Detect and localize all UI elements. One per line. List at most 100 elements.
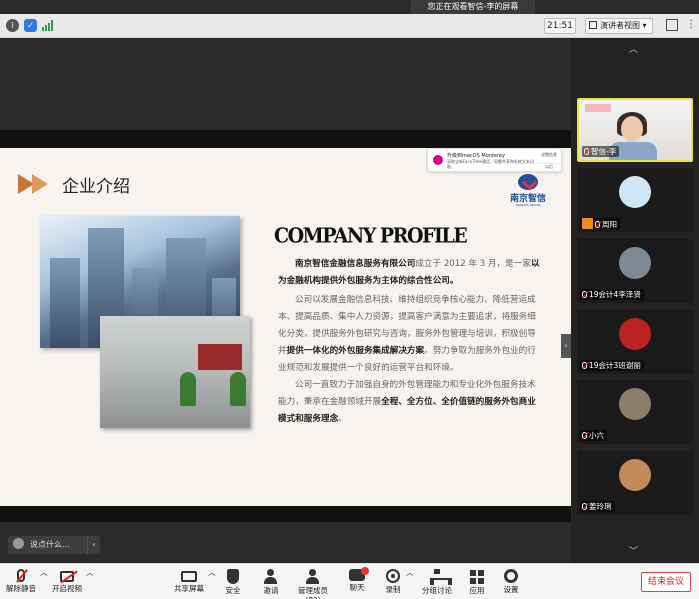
video-tile[interactable]: 19会计4李泽贤: [577, 239, 693, 303]
share-screen-button[interactable]: 共享屏幕: [172, 567, 206, 599]
paragraph-bold: 南京智信金融信息服务有限公司: [295, 259, 416, 269]
company-logo: 南京智信 NANJING ZHIXIN: [506, 174, 550, 208]
members-icon: [305, 569, 321, 584]
slide-title: 企业介绍: [62, 177, 130, 197]
participant-panel: ︿ 智信-李 周阳 19会计4李泽贤 19会计3班谢丽 小六 姜玲琍 ﹀: [571, 38, 699, 563]
meeting-timer: 21:51: [544, 18, 576, 34]
breakout-button[interactable]: 分组讨论: [420, 567, 454, 599]
invite-icon: [263, 569, 279, 584]
settings-label: 设置: [503, 585, 519, 594]
profile-paragraph-3: 公司一直致力于加强自身的外包管理能力和专业化外包服务技术能力，秉承在金融领域开展…: [278, 377, 540, 428]
chat-label: 聊天: [349, 583, 365, 592]
mic-muted-icon: [582, 503, 587, 510]
participant-name: 周阳: [602, 220, 617, 229]
participant-label: 智信-李: [582, 146, 620, 157]
macos-icon: [433, 155, 443, 165]
video-tile[interactable]: 智信-李: [577, 98, 693, 162]
plant: [230, 372, 246, 406]
video-tile[interactable]: 姜玲琍: [577, 451, 693, 515]
invite-label: 邀请: [263, 586, 279, 595]
mic-muted-icon: [595, 221, 600, 228]
chat-input[interactable]: 说点什么... ‹: [8, 536, 100, 554]
apps-icon: [469, 569, 485, 584]
gear-icon: [504, 569, 518, 583]
macos-notification[interactable]: 升级到macOS Monterey 获取全新FaceTime通话、同播共享和系统…: [427, 148, 562, 172]
notification-badge: [361, 567, 369, 575]
logo-subtitle: NANJING ZHIXIN: [515, 203, 541, 207]
presentation-slide: 企业介绍 升级到macOS Monterey 获取全新FaceTime通话、同播…: [0, 148, 571, 506]
panel-toggle-icon[interactable]: ›: [561, 334, 571, 358]
chevron-right-icon: [32, 174, 48, 194]
fullscreen-icon[interactable]: [666, 19, 678, 31]
screen-share-banner: 您正在观看智信-李的屏幕: [411, 0, 535, 14]
slide-top-border: [0, 130, 571, 148]
avatar: [619, 459, 651, 491]
apps-button[interactable]: 应用: [464, 567, 490, 599]
video-tile[interactable]: 小六: [577, 380, 693, 444]
signal-icon[interactable]: [42, 20, 54, 31]
chevron-up-icon[interactable]: ︿: [86, 567, 94, 599]
office-photo: [100, 316, 250, 428]
company-profile-heading: COMPANY PROFILE: [274, 224, 468, 249]
share-screen-label: 共享屏幕: [174, 584, 204, 593]
manage-members-button[interactable]: 管理成员(82): [292, 567, 334, 599]
share-screen-icon: [181, 571, 197, 582]
participant-label: 19会计4李泽贤: [580, 289, 644, 300]
chevron-up-icon[interactable]: ︿: [208, 567, 216, 599]
mic-muted-icon: [582, 432, 587, 439]
avatar: [619, 388, 651, 420]
avatar: [619, 247, 651, 279]
start-video-button[interactable]: 开启视频: [50, 567, 84, 599]
participant-label: 姜玲琍: [580, 501, 615, 512]
mic-muted-icon: [582, 362, 587, 369]
record-label: 录制: [385, 585, 401, 594]
view-mode-label: 演讲者视图: [600, 21, 640, 30]
manage-members-label: 管理成员(82): [298, 586, 328, 599]
video-tile[interactable]: 周阳: [577, 168, 693, 232]
notification-later-button[interactable]: 以后: [536, 163, 562, 170]
shared-screen: 企业介绍 升级到macOS Monterey 获取全新FaceTime通话、同播…: [0, 38, 571, 563]
end-meeting-button[interactable]: 结束会议: [641, 572, 691, 592]
breakout-icon: [429, 569, 452, 585]
participant-label: 周阳: [580, 218, 620, 229]
meeting-toolbar: 解除静音 ︿ 开启视频 ︿ 共享屏幕 ︿ 安全 邀请 管理成员(82) 聊天 录…: [0, 563, 699, 599]
shield-icon[interactable]: ✓: [24, 19, 37, 32]
info-icon[interactable]: i: [6, 19, 19, 32]
logo-mark: [518, 174, 538, 190]
video-tile[interactable]: 19会计3班谢丽: [577, 310, 693, 374]
start-video-label: 开启视频: [52, 584, 82, 593]
avatar: [619, 176, 651, 208]
chevron-up-icon[interactable]: ︿: [40, 567, 48, 599]
notification-body: 获取全新FaceTime通话、同播共享和系统文本功能。: [447, 159, 534, 169]
record-icon: [386, 569, 400, 583]
participant-name: 19会计3班谢丽: [589, 361, 641, 370]
record-button[interactable]: 录制: [380, 567, 406, 599]
invite-button[interactable]: 邀请: [258, 567, 284, 599]
video-off-icon: [60, 571, 74, 582]
host-icon: [582, 218, 593, 229]
avatar: [619, 318, 651, 350]
paragraph-text: 。: [338, 414, 347, 424]
more-icon[interactable]: ⋮: [686, 19, 696, 31]
chat-button[interactable]: 聊天: [344, 567, 370, 599]
grid-icon: [589, 21, 597, 29]
chevron-left-icon[interactable]: ‹: [87, 536, 100, 554]
participant-name: 19会计4李泽贤: [589, 290, 641, 299]
apps-label: 应用: [469, 586, 485, 595]
unmute-button[interactable]: 解除静音: [4, 567, 38, 599]
emoji-icon[interactable]: [13, 538, 24, 549]
breakout-label: 分组讨论: [422, 586, 452, 595]
chevron-up-icon[interactable]: ︿: [629, 42, 638, 55]
chevron-up-icon[interactable]: ︿: [406, 567, 414, 599]
participant-name: 智信-李: [591, 147, 617, 156]
unmute-label: 解除静音: [6, 584, 36, 593]
participant-name: 姜玲琍: [589, 502, 612, 511]
profile-paragraph-2: 公司以发展金融信息科技、维持组织竞争核心能力、降低营运成本、提高品质、集中人力资…: [278, 292, 540, 377]
security-button[interactable]: 安全: [220, 567, 246, 599]
chevron-down-icon[interactable]: ﹀: [629, 544, 638, 557]
view-mode-button[interactable]: 演讲者视图 ▾: [585, 18, 653, 34]
notification-details-button[interactable]: 详细信息: [536, 152, 562, 158]
settings-button[interactable]: 设置: [498, 567, 524, 599]
security-label: 安全: [225, 586, 241, 595]
slide-bottom-border: [0, 506, 571, 522]
